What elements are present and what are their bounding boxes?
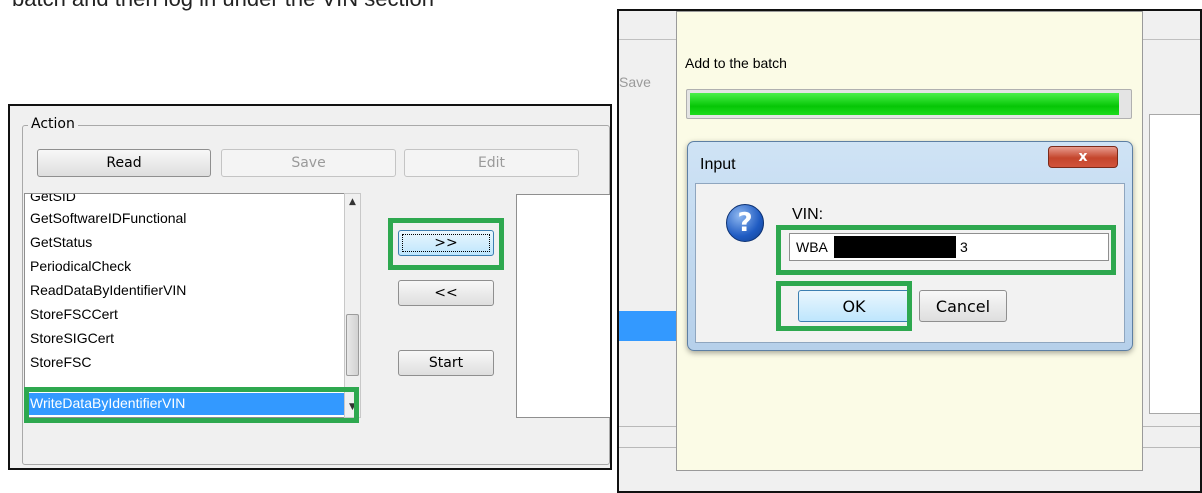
edit-button[interactable]: Edit [404,149,579,177]
progress-fill [690,93,1120,115]
list-item[interactable]: ReadDataByIdentifierVIN [30,282,186,298]
action-list[interactable]: GetSID GetSoftwareIDFunctional GetStatus… [24,193,359,418]
read-button[interactable]: Read [37,149,211,177]
input-dialog-title: Input [700,156,736,173]
close-icon: x [1078,149,1088,165]
action-group-label: Action [28,116,78,132]
question-icon: ? [726,204,764,242]
list-item[interactable]: StoreFSCCert [30,306,118,322]
list-item[interactable]: GetSoftwareIDFunctional [30,210,186,226]
list-item[interactable]: StoreSIGCert [30,330,114,346]
background-selection [619,311,679,341]
batch-dialog-title: Add to the batch [685,55,787,71]
action-panel: Action Read Save Edit GetSID GetSoftware… [8,104,612,470]
move-left-button[interactable]: << [398,280,494,306]
ok-button-highlight-box [776,281,912,331]
batch-progress-bar [686,89,1132,119]
cancel-button[interactable]: Cancel [919,290,1007,322]
list-item[interactable]: PeriodicalCheck [30,258,131,274]
batch-list[interactable] [516,194,610,418]
background-list [1149,114,1200,414]
vin-input-highlight-box [776,225,1116,275]
list-item[interactable]: StoreFSC [30,354,91,370]
close-button[interactable]: x [1048,146,1118,168]
start-button[interactable]: Start [398,350,494,376]
move-right-highlight-box [388,218,504,270]
selected-item-highlight-box [24,387,359,423]
vin-label: VIN: [792,206,824,223]
list-scrollbar[interactable]: ▲ ▼ [344,193,361,418]
scroll-up-icon[interactable]: ▲ [345,194,360,211]
save-button[interactable]: Save [221,149,396,177]
top-caption: batch and then log in under the VIN sect… [12,0,434,12]
question-mark: ? [737,208,753,238]
scroll-thumb[interactable] [346,314,359,376]
list-item[interactable]: GetSID [30,194,76,204]
background-save-label: Save [619,74,651,90]
list-item[interactable]: GetStatus [30,234,92,250]
